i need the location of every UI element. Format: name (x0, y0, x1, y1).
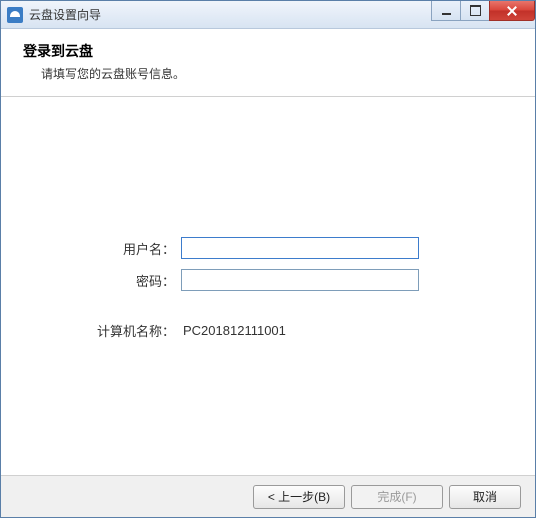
username-label: 用户名： (81, 239, 181, 258)
minimize-button[interactable] (431, 1, 461, 21)
wizard-header: 登录到云盘 请填写您的云盘账号信息。 (1, 29, 535, 97)
page-subtitle: 请填写您的云盘账号信息。 (41, 65, 515, 82)
finish-button[interactable]: 完成(F) (351, 485, 443, 509)
back-button[interactable]: < 上一步(B) (253, 485, 345, 509)
wizard-footer: < 上一步(B) 完成(F) 取消 (1, 475, 535, 517)
app-icon (7, 7, 23, 23)
username-row: 用户名： (81, 237, 495, 259)
computer-label: 计算机名称： (81, 321, 181, 340)
username-input[interactable] (181, 237, 419, 259)
page-title: 登录到云盘 (23, 41, 515, 61)
titlebar: 云盘设置向导 (1, 1, 535, 29)
close-button[interactable] (489, 1, 535, 21)
computer-row: 计算机名称： PC201812111001 (81, 321, 495, 340)
window-title: 云盘设置向导 (29, 6, 101, 23)
password-input[interactable] (181, 269, 419, 291)
password-row: 密码： (81, 269, 495, 291)
maximize-button[interactable] (460, 1, 490, 21)
wizard-window: 云盘设置向导 登录到云盘 请填写您的云盘账号信息。 用户名： 密码： 计算机名称… (0, 0, 536, 518)
form-area: 用户名： 密码： 计算机名称： PC201812111001 (1, 97, 535, 475)
window-controls (432, 1, 535, 21)
computer-name-value: PC201812111001 (181, 323, 286, 338)
cancel-button[interactable]: 取消 (449, 485, 521, 509)
password-label: 密码： (81, 271, 181, 290)
